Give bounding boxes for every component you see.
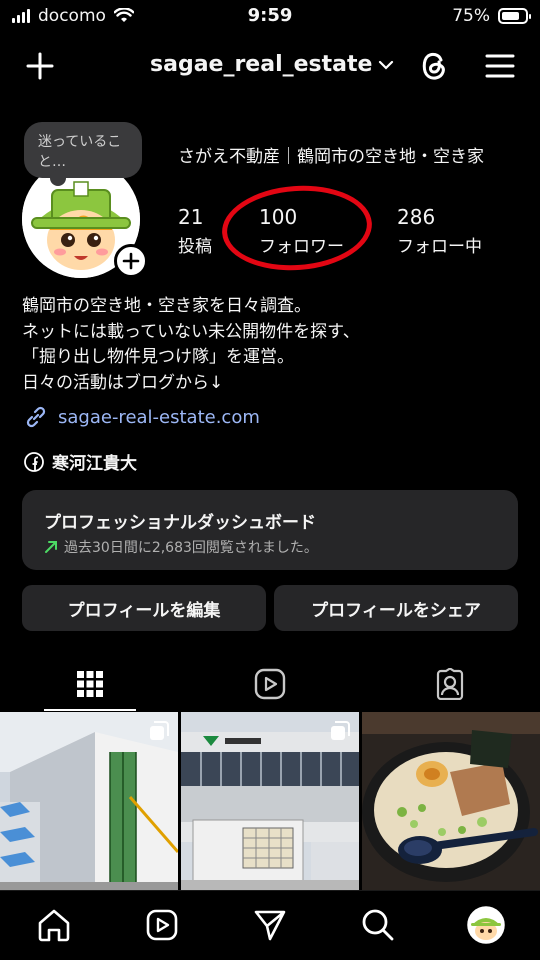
share-profile-button[interactable]: プロフィールをシェア: [274, 585, 518, 631]
link-icon: [26, 406, 46, 428]
tab-reels[interactable]: [180, 656, 360, 712]
stat-posts-count: 21: [178, 205, 204, 229]
facebook-name: 寒河江貴大: [52, 454, 137, 474]
status-right: 75%: [452, 6, 531, 26]
stat-following-label: フォロー中: [397, 237, 482, 257]
multiple-photos-icon: [150, 721, 169, 740]
bottom-navigation: [0, 890, 540, 960]
note-bubble[interactable]: 迷っていること…: [24, 122, 142, 186]
stat-posts[interactable]: 21 投稿: [178, 205, 212, 257]
home-icon: [38, 909, 70, 942]
username-label: sagae_real_estate: [150, 52, 373, 77]
nav-home[interactable]: [34, 905, 74, 945]
grid-icon: [77, 671, 103, 697]
send-icon: [254, 910, 286, 941]
stat-following-count: 286: [397, 205, 436, 229]
edit-profile-button[interactable]: プロフィールを編集: [22, 585, 266, 631]
search-icon: [362, 909, 394, 941]
post-thumbnail[interactable]: [0, 712, 178, 890]
tagged-icon: [436, 668, 464, 700]
profile-tabs: [0, 656, 540, 712]
plus-icon: [122, 252, 140, 270]
chevron-down-icon: [379, 60, 394, 70]
stat-posts-label: 投稿: [178, 237, 212, 257]
facebook-icon: [24, 451, 44, 472]
website-link-text: sagae-real-estate.com: [58, 406, 260, 428]
posts-grid: [0, 712, 540, 890]
bio-line: 「掘り出し物件見つけ隊」を運営。: [22, 347, 294, 367]
nav-search[interactable]: [358, 905, 398, 945]
username-switcher[interactable]: sagae_real_estate: [150, 52, 394, 77]
threads-button[interactable]: [414, 46, 454, 86]
tab-grid[interactable]: [0, 656, 180, 712]
post-thumbnail[interactable]: [181, 712, 359, 890]
active-tab-indicator: [44, 709, 136, 711]
bio: 鶴岡市の空き地・空き家を日々調査。 ネットには載っていない未公開物件を探す、 「…: [22, 294, 360, 396]
add-story-button[interactable]: [114, 244, 148, 278]
nav-profile[interactable]: [466, 905, 506, 945]
bio-line: 鶴岡市の空き地・空き家を日々調査。: [22, 296, 311, 316]
dashboard-subtitle: 過去30日間に2,683回閲覧されました。: [64, 540, 318, 556]
hamburger-icon: [485, 54, 515, 78]
tab-tagged[interactable]: [360, 656, 540, 712]
ramen-photo: [362, 712, 540, 890]
profile-header: sagae_real_estate: [0, 40, 540, 92]
reels-icon: [146, 909, 178, 941]
multiple-photos-icon: [331, 721, 350, 740]
profile-avatar: [467, 906, 505, 944]
website-link[interactable]: sagae-real-estate.com: [24, 405, 260, 429]
dashboard-title: プロフェッショナルダッシュボード: [44, 513, 316, 533]
stat-following[interactable]: 286 フォロー中: [397, 205, 482, 257]
trend-up-icon: [45, 541, 57, 553]
nav-reels[interactable]: [142, 905, 182, 945]
red-circle-annotation: [219, 180, 375, 276]
bio-line: ネットには載っていない未公開物件を探す、: [22, 321, 360, 342]
menu-button[interactable]: [480, 46, 520, 86]
reels-icon: [254, 668, 286, 700]
nav-messages[interactable]: [250, 905, 290, 945]
professional-dashboard[interactable]: プロフェッショナルダッシュボード 過去30日間に2,683回閲覧されました。: [22, 490, 518, 570]
battery-percent: 75%: [452, 6, 490, 26]
facebook-link[interactable]: 寒河江貴大: [24, 449, 137, 474]
status-bar: docomo 9:59 75%: [0, 0, 540, 34]
display-name: さがえ不動産｜鶴岡市の空き地・空き家: [178, 147, 484, 167]
dashboard-subtitle-row: 過去30日間に2,683回閲覧されました。: [44, 537, 518, 557]
create-button[interactable]: [20, 46, 60, 86]
plus-icon: [26, 52, 54, 80]
bio-line: 日々の活動はブログから↓: [22, 372, 224, 393]
threads-icon: [422, 52, 445, 80]
post-thumbnail[interactable]: [362, 712, 540, 890]
battery-icon: [498, 8, 531, 24]
